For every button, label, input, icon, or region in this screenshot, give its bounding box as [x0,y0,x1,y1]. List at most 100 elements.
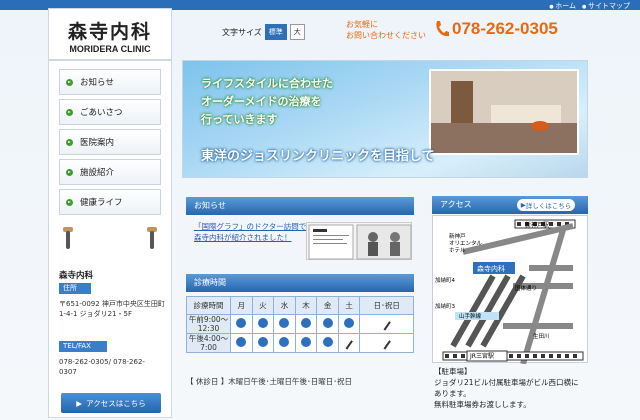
top-nav: ホーム サイトマップ [549,1,630,11]
magazine-article-image[interactable] [306,222,412,260]
logo[interactable]: 森寺内科 MORIDERA CLINIC [48,8,172,60]
header-cell: 月 [230,296,253,315]
hours-table: 診療時間 月 火 水 木 金 土 日･祝日 午前9:00〜12:30 午後4:0… [186,296,414,353]
open-cell [230,314,253,334]
open-cell [337,314,361,334]
parking-text: ジョダリ21ビル付属駐車場がビル西口横にあります。 [434,378,579,398]
open-circle-icon [279,337,290,347]
open-circle-icon [236,337,247,347]
news-header: お知らせ [186,197,414,215]
open-cell [294,314,318,334]
open-cell [294,333,318,353]
phone-number-text: 078-262-0305 [452,19,558,38]
address-tag: 住所 [59,283,91,294]
closed-slash-icon [383,321,391,331]
font-size-switcher: 文字サイズ 標準 大 [222,24,305,40]
font-size-large-button[interactable]: 大 [289,24,305,40]
sidebar-item-label: 施設紹介 [80,168,115,178]
closed-slash-icon [383,340,391,350]
nav-home-link[interactable]: ホーム [549,1,576,11]
sidebar-item-greeting[interactable]: ごあいさつ [59,99,161,125]
arrow-right-icon: ▶ [76,398,83,408]
open-cell [273,314,296,334]
open-cell [316,333,339,353]
hours-title: 診療時間 [194,278,226,287]
arrow-bullet-icon [66,198,73,206]
map-label-shin-kobe: 新神戸駅 [525,221,549,229]
sidebar-item-facilities[interactable]: 施設紹介 [59,159,161,185]
open-circle-icon [236,318,247,328]
sidebar-item-label: ごあいさつ [80,108,123,118]
open-circle-icon [322,337,333,347]
access-map: 新神戸駅 森寺内科 新神戸 オリエンタル ホテル 加納町4 国体通り 加納町3 … [432,215,588,365]
closed-cell [359,314,414,334]
sidebar-item-health-life[interactable]: 健康ライフ [59,189,161,215]
contact-line1: お気軽に [346,20,378,29]
closed-slash-icon [345,340,353,350]
sidebar: お知らせ ごあいさつ 医院案内 施設紹介 健康ライフ 森寺内科 住所 〒651-… [48,60,172,418]
open-circle-icon [301,337,312,347]
parking-info: 【駐車場】 ジョダリ21ビル付属駐車場がビル西口横にあります。 無料駐車場券お渡… [434,366,584,410]
open-cell [230,333,253,353]
clinic-name: 森寺内科 [59,271,94,281]
access-button[interactable]: ▶ アクセスはこちら [61,393,161,413]
open-cell [316,314,339,334]
sidebar-menu: お知らせ ごあいさつ 医院案内 施設紹介 健康ライフ [49,61,171,215]
header-cell: 日･祝日 [359,296,414,315]
logo-japanese: 森寺内科 [67,21,152,43]
sidebar-item-news[interactable]: お知らせ [59,69,161,95]
hero-line1: ライフスタイルに合わせた [201,77,333,90]
arrow-bullet-icon [66,168,73,176]
hero-line2: オーダーメイドの治療を [201,95,322,108]
detail-button[interactable]: ▶ 詳しくはこちら [517,199,575,211]
sidebar-item-label: お知らせ [80,78,114,88]
nav-sitemap-link[interactable]: サイトマップ [582,1,630,11]
contact-prompt: お気軽に お問い合わせください [346,19,426,41]
phone-number[interactable]: 078-262-0305 [434,19,558,39]
detail-button-label: 詳しくはこちら [525,202,572,210]
sidebar-item-label: 医院案内 [80,138,115,148]
parking-text2: 無料駐車場券お渡しします。 [434,400,531,409]
time-cell: 午前9:00〜12:30 [186,314,231,334]
arrow-bullet-icon [66,138,73,146]
tel-tag: TEL/FAX [59,341,107,352]
header-cell: 土 [337,296,361,315]
map-label-ikutagawa: 生田川 [533,332,550,340]
hours-header-row: 診療時間 月 火 水 木 金 土 日･祝日 [186,296,414,315]
header-cell: 診療時間 [186,296,231,315]
font-size-standard-button[interactable]: 標準 [264,24,287,40]
hours-header: 診療時間 [186,274,414,292]
time-cell: 午後4:00〜7:00 [186,333,231,353]
header-cell: 水 [273,296,296,315]
font-size-label: 文字サイズ [222,27,262,37]
header-cell: 木 [294,296,318,315]
address-text: 〒651-0092 神戸市中央区生田町1-4-1 ジョダリ21・5F [59,300,165,318]
holiday-note: 【 休診日 】木曜日午後･土曜日午後･日曜日･祝日 [186,377,353,386]
map-label-kanocho3: 加納町3 [435,302,456,310]
phone-icon [436,21,449,37]
contact-line2: お問い合わせください [346,31,426,40]
map-label-sannomiya: JR三宮駅 [469,352,494,360]
header-cell: 金 [316,296,339,315]
closed-cell [337,333,361,353]
open-cell [273,333,296,353]
sidebar-item-clinic-info[interactable]: 医院案内 [59,129,161,155]
clinic-room-photo [429,69,579,155]
map-label-yamate: 山手幹線 [459,312,482,320]
map-label-kanocho4: 加納町4 [435,276,456,284]
hero-banner: ライフスタイルに合わせた オーダーメイドの治療を 行っていきます 東洋のジョスリ… [182,60,588,178]
open-circle-icon [257,318,268,328]
tel-text: 078-262-0305/ 078-262-0307 [59,358,145,376]
header-cell: 火 [251,296,275,315]
news-title: お知らせ [194,201,226,210]
binder-ring-icon [150,231,154,249]
map-label-clinic: 森寺内科 [477,264,505,273]
open-circle-icon [279,318,290,328]
closed-cell [359,333,414,353]
access-button-label: アクセスはこちら [86,398,146,408]
news-item-link[interactable]: 「国際グラフ」のドクター訪問で森寺内科が紹介されました！ [194,221,309,243]
logo-english: MORIDERA CLINIC [69,44,151,54]
open-circle-icon [322,318,333,328]
hero-line3: 行っていきます [201,113,278,126]
open-cell [251,333,275,353]
